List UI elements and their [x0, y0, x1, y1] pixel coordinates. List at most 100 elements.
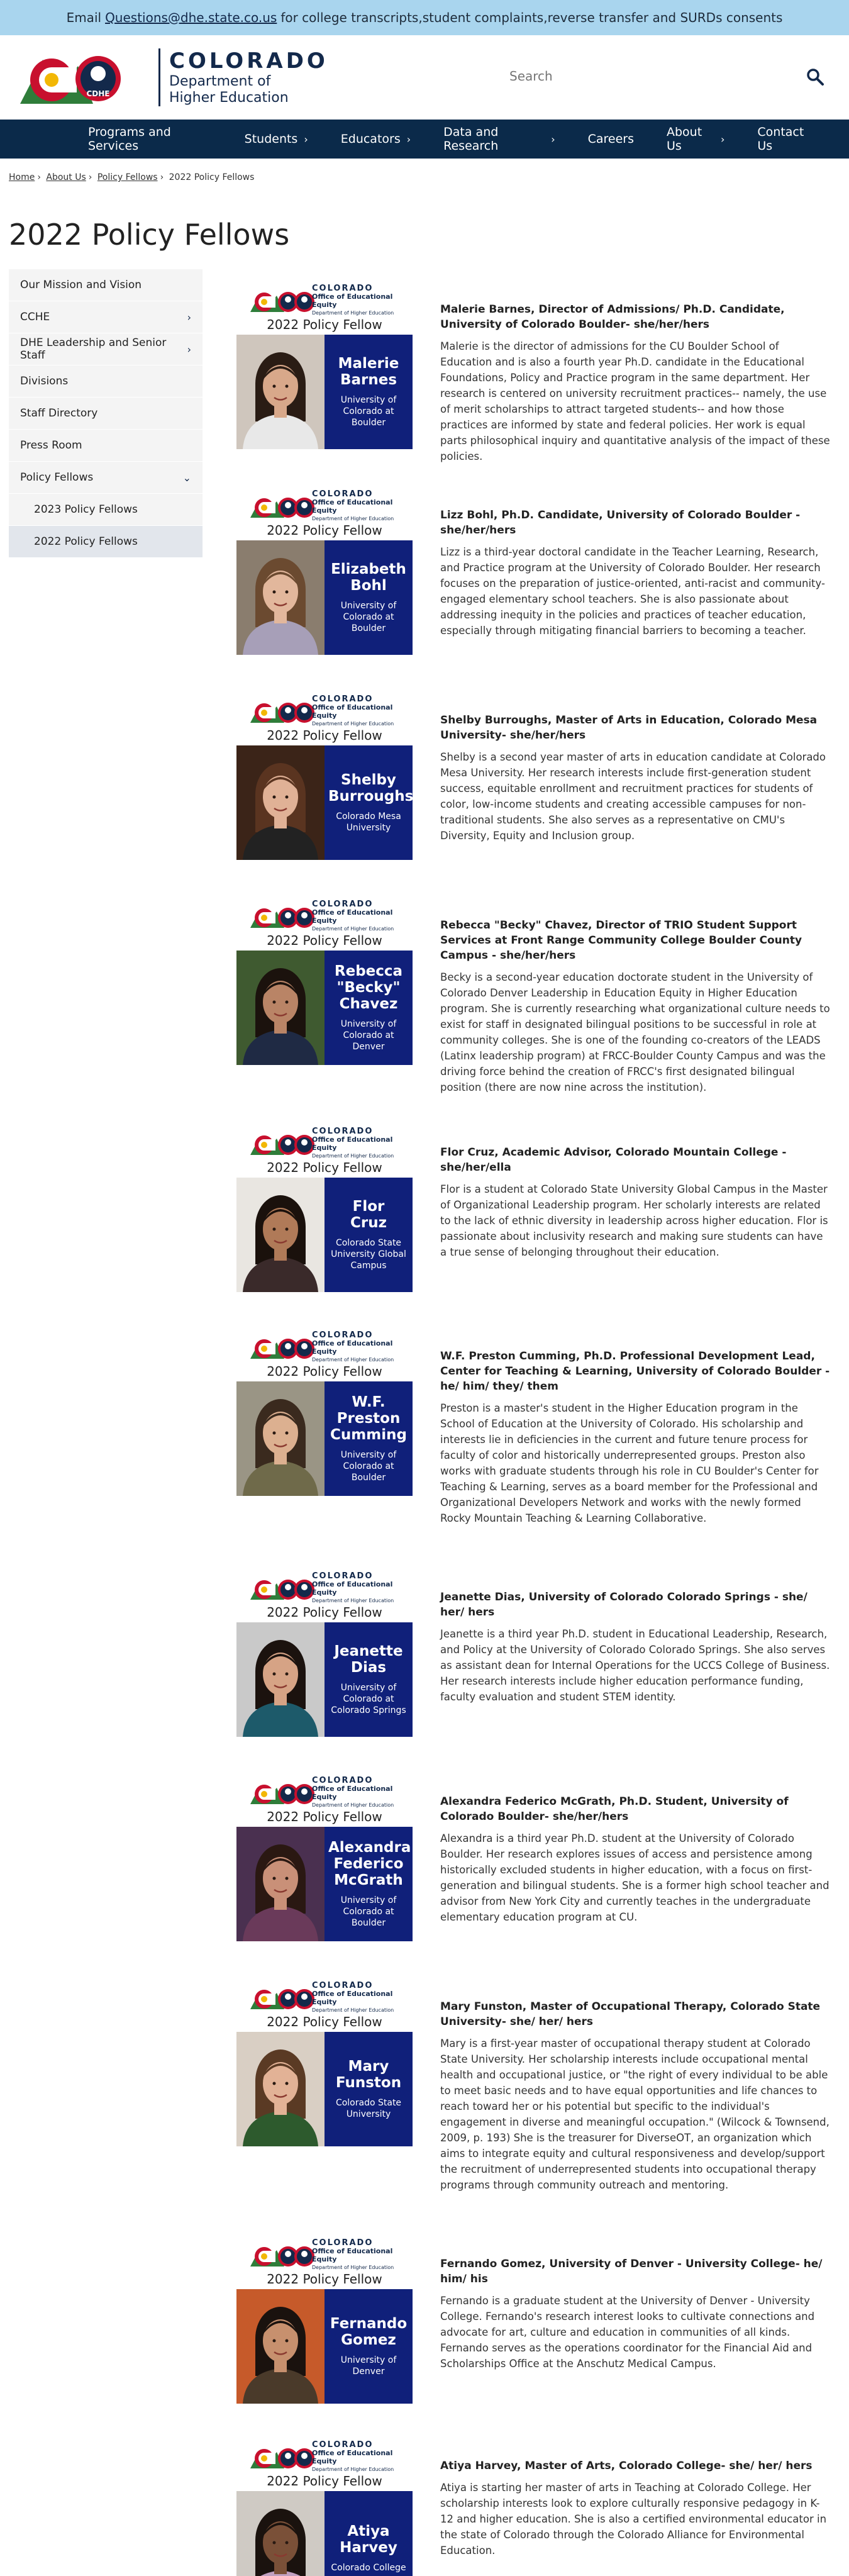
- fellow-card-name: Rebecca "Becky" Chavez: [328, 963, 409, 1012]
- card-logo-text: COLORADO Office of Educational Equity De…: [312, 1982, 413, 2014]
- fellow-title: Lizz Bohl, Ph.D. Candidate, University o…: [440, 509, 801, 537]
- fellow-bio-text: Preston is a master's student in the Hig…: [440, 1402, 819, 1524]
- nav-item-label: Contact Us: [757, 125, 804, 153]
- nav-item[interactable]: Contact Us: [757, 125, 816, 153]
- banner-email-link[interactable]: Questions@dhe.state.co.us: [105, 10, 277, 25]
- nav-item[interactable]: Programs and Services: [88, 125, 212, 153]
- logo-dept-line1: Department of: [169, 74, 271, 89]
- fellow-card-name-line: Harvey: [340, 2540, 397, 2556]
- sidebar-item-label: Press Room: [20, 439, 82, 452]
- portrait-illustration: [243, 1195, 318, 1292]
- fellow-photo: [236, 745, 325, 860]
- fellow-bio: Atiya Harvey, Master of Arts, Colorado C…: [440, 2458, 830, 2558]
- fellow-namebox: W.F. Preston Cumming University of Colorad…: [325, 1381, 413, 1496]
- card-logo-colorado: COLORADO: [312, 1127, 374, 1136]
- fellow-namebox: Rebecca "Becky" Chavez University of Color…: [325, 951, 413, 1065]
- policy-fellow-label: 2022 Policy Fellow: [267, 728, 382, 743]
- search-icon[interactable]: [806, 68, 824, 86]
- breadcrumb-current: 2022 Policy Fellows: [169, 172, 255, 182]
- breadcrumb-about-us[interactable]: About Us: [46, 172, 86, 182]
- portrait-illustration: [243, 2307, 318, 2404]
- card-logo-text: COLORADO Office of Educational Equity De…: [312, 490, 413, 523]
- fellow-card-name-line: Alexandra: [328, 1839, 411, 1856]
- nav-item[interactable]: Data and Research ›: [443, 125, 555, 153]
- fellow-card: COLORADO Office of Educational Equity De…: [236, 283, 413, 449]
- colorado-c-logo-icon: CDHE: [20, 56, 121, 104]
- fellow-card: COLORADO Office of Educational Equity De…: [236, 899, 413, 1065]
- card-logo-office: Office of Educational Equity: [312, 703, 393, 720]
- policy-fellow-label: 2022 Policy Fellow: [267, 933, 382, 948]
- fellow-bio-text: Becky is a second-year education doctora…: [440, 971, 830, 1093]
- fellow-photo: [236, 1827, 325, 1941]
- policy-fellow-label: 2022 Policy Fellow: [267, 1809, 382, 1824]
- breadcrumb-home[interactable]: Home: [9, 172, 35, 182]
- fellow-card: COLORADO Office of Educational Equity De…: [236, 2439, 413, 2576]
- fellow-namebox: Fernando Gomez University of Denver: [325, 2289, 413, 2404]
- fellow-card-institution: University of Colorado at Boulder: [340, 395, 397, 428]
- fellow-card: COLORADO Office of Educational Equity De…: [236, 489, 413, 655]
- nav-item[interactable]: Students ›: [245, 132, 308, 146]
- nav-item-label: Educators: [340, 132, 401, 146]
- card-logo-text: COLORADO Office of Educational Equity De…: [312, 1776, 413, 1809]
- fellow-namebox: Alexandra Federico McGrath University of C…: [325, 1827, 413, 1941]
- sidebar-item[interactable]: CCHE ›: [9, 301, 203, 333]
- search-input[interactable]: [509, 69, 786, 84]
- sidebar-nav: Our Mission and Vision CCHE › DHE Leadershi…: [9, 269, 203, 558]
- sidebar-item-label: Policy Fellows: [20, 471, 94, 484]
- card-logo-dept: Department of Higher Education: [312, 1357, 394, 1363]
- fellow-namebox: Atiya Harvey Colorado College: [325, 2491, 413, 2576]
- fellow-card-name-line: Barnes: [340, 372, 397, 388]
- fellow-namebox: Mary Funston Colorado State University: [325, 2032, 413, 2146]
- fellow-photo: [236, 2032, 325, 2146]
- fellow-card-name-line: Bohl: [350, 577, 387, 594]
- fellow-card-name-line: "Becky": [336, 979, 401, 996]
- sidebar-item[interactable]: Policy Fellows ⌄: [9, 462, 203, 494]
- fellow-title: Shelby Burroughs, Master of Arts in Educ…: [440, 714, 818, 742]
- card-logo-colorado: COLORADO: [312, 284, 374, 293]
- breadcrumb-policy-fellows[interactable]: Policy Fellows: [97, 172, 158, 182]
- sidebar-item-label: CCHE: [20, 311, 50, 323]
- breadcrumb: Home › About Us › Policy Fellows › 2022 Pol…: [9, 172, 255, 182]
- sidebar-item-label: 2022 Policy Fellows: [34, 535, 138, 548]
- sidebar-item[interactable]: Our Mission and Vision: [9, 269, 203, 301]
- fellow-card-name-line: Rebecca: [334, 963, 403, 979]
- cdhe-logo[interactable]: CDHE COLORADO Department of Higher Educa…: [18, 47, 328, 108]
- card-logo-text: COLORADO Office of Educational Equity De…: [312, 1572, 413, 1605]
- sidebar-item[interactable]: Press Room: [9, 430, 203, 462]
- nav-item[interactable]: Educators ›: [341, 132, 411, 146]
- card-logo-office: Office of Educational Equity: [312, 2247, 393, 2263]
- fellow-photo: [236, 1178, 325, 1292]
- sidebar-item-label: DHE Leadership and Senior Staff: [20, 337, 167, 362]
- fellow-card-name-line: Cumming: [330, 1427, 407, 1443]
- fellow-photo: [236, 1622, 325, 1737]
- sidebar-item[interactable]: Staff Directory: [9, 398, 203, 430]
- fellow-card-name-line: Elizabeth: [331, 561, 406, 577]
- nav-item[interactable]: About Us ›: [667, 125, 724, 153]
- nav-item[interactable]: Careers: [588, 132, 634, 146]
- fellow-card-institution: University of Denver: [340, 2355, 397, 2377]
- card-logo-colorado: COLORADO: [312, 489, 374, 499]
- fellow-bio-text: Flor is a student at Colorado State Univ…: [440, 1183, 828, 1258]
- card-logo-office: Office of Educational Equity: [312, 1135, 393, 1152]
- sidebar-item[interactable]: DHE Leadership and Senior Staff ›: [9, 333, 203, 365]
- card-header: COLORADO Office of Educational Equity De…: [236, 2238, 413, 2270]
- card-logo-colorado: COLORADO: [312, 900, 374, 909]
- sidebar-item[interactable]: 2023 Policy Fellows: [9, 494, 203, 526]
- card-header: COLORADO Office of Educational Equity De…: [236, 1571, 413, 1603]
- card-logo-dept: Department of Higher Education: [312, 516, 394, 521]
- fellow-bio-text: Atiya is starting her master of arts in …: [440, 2482, 827, 2556]
- sidebar-item[interactable]: Divisions: [9, 365, 203, 398]
- fellow-card-name-line: Preston: [336, 1410, 401, 1427]
- card-logo-dept: Department of Higher Education: [312, 1153, 394, 1159]
- fellow-bio-text: Shelby is a second year master of arts i…: [440, 751, 826, 842]
- card-logo-office: Office of Educational Equity: [312, 1990, 393, 2006]
- logo-colorado: COLORADO: [169, 48, 328, 74]
- portrait-illustration: [255, 2509, 306, 2576]
- sidebar-item[interactable]: 2022 Policy Fellows: [9, 526, 203, 558]
- fellow-card-name: W.F. Preston Cumming: [328, 1394, 409, 1443]
- logo-dept-line2: Higher Education: [169, 90, 289, 106]
- fellow-photo: [236, 1381, 325, 1496]
- fellow-card-name-line: Fernando: [330, 2316, 408, 2332]
- sidebar-item-label: Our Mission and Vision: [20, 279, 142, 291]
- fellow-title: Jeanette Dias, University of Colorado Co…: [440, 1591, 807, 1619]
